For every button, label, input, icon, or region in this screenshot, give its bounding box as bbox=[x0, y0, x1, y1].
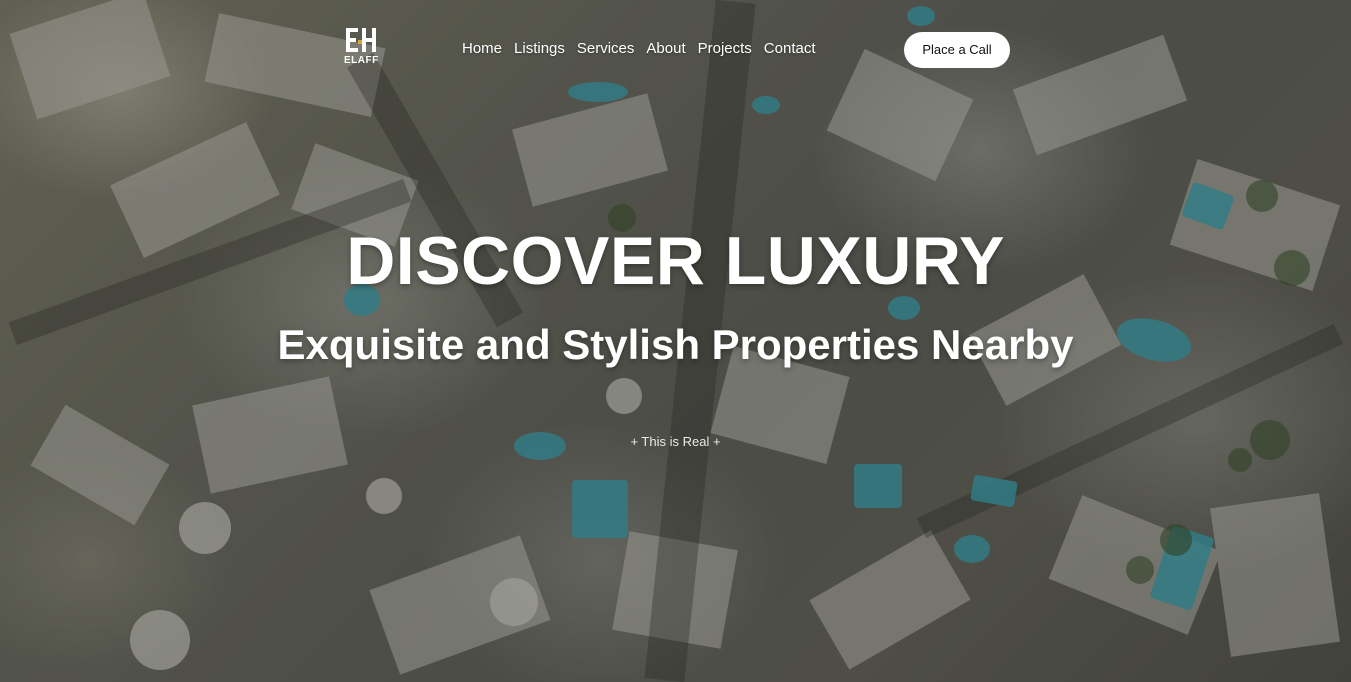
main-nav: Home Listings Services About Projects Co… bbox=[462, 39, 816, 59]
place-a-call-button[interactable]: Place a Call bbox=[904, 32, 1010, 68]
brand-logo-text: ELAFF bbox=[344, 55, 379, 66]
nav-link-listings[interactable]: Listings bbox=[514, 39, 565, 59]
hero-tagline: + This is Real + bbox=[630, 434, 721, 449]
nav-link-contact[interactable]: Contact bbox=[764, 39, 816, 59]
nav-link-about[interactable]: About bbox=[646, 39, 685, 59]
brand-logo-mark-icon bbox=[346, 28, 376, 52]
hero-subheadline: Exquisite and Stylish Properties Nearby bbox=[277, 321, 1074, 368]
hero-headline: DISCOVER LUXURY bbox=[346, 223, 1005, 299]
nav-link-services[interactable]: Services bbox=[577, 39, 635, 59]
nav-link-home[interactable]: Home bbox=[462, 39, 502, 59]
brand-logo[interactable]: ELAFF bbox=[344, 26, 382, 72]
nav-link-projects[interactable]: Projects bbox=[698, 39, 752, 59]
hero-section: ELAFF Home Listings Services About Proje… bbox=[0, 0, 1351, 682]
